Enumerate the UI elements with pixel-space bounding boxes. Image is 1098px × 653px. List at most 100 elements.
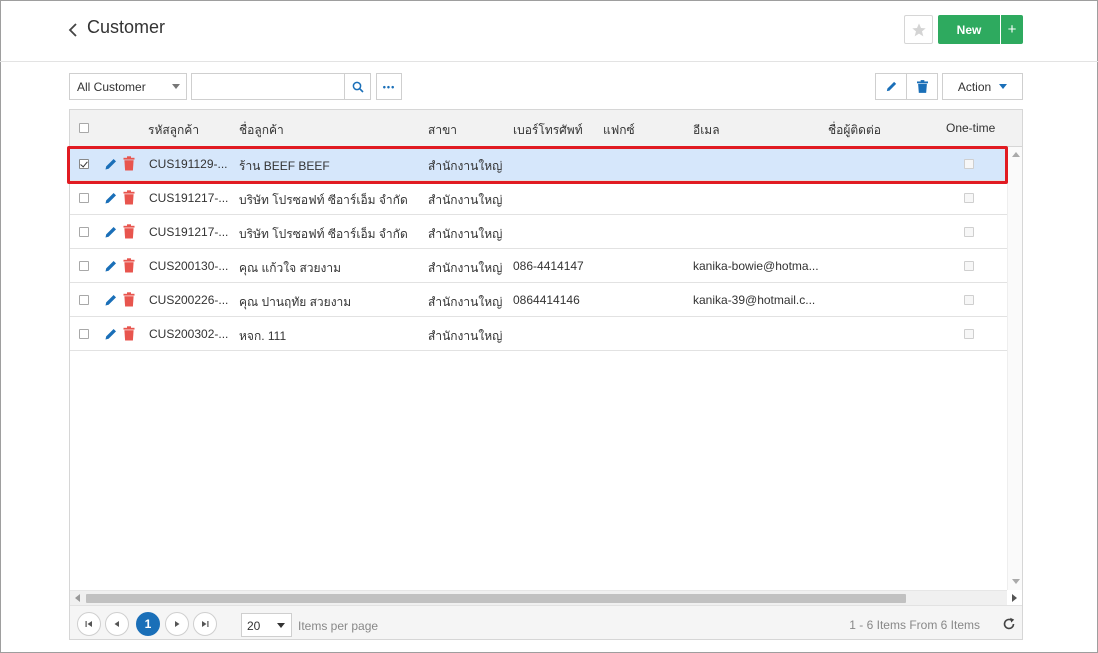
scroll-left-icon[interactable] [75,594,80,602]
trash-icon[interactable] [123,224,135,239]
back-chevron-icon[interactable] [66,20,80,40]
trash-icon[interactable] [123,326,135,341]
row-checkbox[interactable] [79,329,89,339]
page-1-button[interactable]: 1 [136,612,160,636]
caret-down-icon [999,84,1008,89]
caret-down-icon [277,623,285,628]
horizontal-scrollbar[interactable] [70,590,1017,605]
table-row[interactable]: CUS191217-... บริษัท โปรซอฟท์ ซีอาร์เอ็ม … [70,181,1007,215]
cell-name: หจก. 111 [239,329,287,343]
cell-branch: สำนักงานใหญ่ [428,159,503,173]
pencil-icon[interactable] [104,225,118,239]
horizontal-scroll-thumb[interactable] [86,594,906,603]
prev-page-icon [114,621,119,627]
table-row[interactable]: CUS191129-... ร้าน BEEF BEEF สำนักงานใหญ่ [70,147,1007,181]
first-page-button[interactable] [77,612,101,636]
row-checkbox[interactable] [79,193,89,203]
column-header-fax[interactable]: แฟกซ์ [603,121,635,140]
last-page-icon [202,621,209,627]
star-icon [911,22,926,36]
favorite-button[interactable] [904,15,933,44]
row-checkbox[interactable] [79,159,89,169]
customer-filter-select[interactable]: All Customer [69,73,187,100]
cell-name: บริษัท โปรซอฟท์ ซีอาร์เอ็ม จำกัด [239,227,408,241]
one-time-checkbox [964,227,974,237]
trash-icon[interactable] [123,190,135,205]
trash-icon[interactable] [123,156,135,171]
one-time-checkbox [964,159,974,169]
one-time-checkbox [964,329,974,339]
cell-branch: สำนักงานใหญ่ [428,193,503,207]
pencil-icon[interactable] [104,157,118,171]
table-row[interactable]: CUS200302-... หจก. 111 สำนักงานใหญ่ [70,317,1007,351]
scroll-down-icon[interactable] [1012,579,1020,584]
last-page-button[interactable] [193,612,217,636]
cell-code: CUS200226-... [149,293,229,307]
pager: 1 20 Items per page 1 - 6 Items From 6 I… [70,605,1022,639]
trash-icon[interactable] [123,258,135,273]
select-all-checkbox[interactable] [79,123,89,133]
pencil-icon[interactable] [104,293,118,307]
items-per-page-label: Items per page [298,619,379,633]
more-options-button[interactable]: ••• [376,73,402,100]
customer-grid: รหัสลูกค้า ชื่อลูกค้า สาขา เบอร์โทรศัพท์… [69,109,1023,640]
table-row[interactable]: CUS200130-... คุณ แก้วใจ สวยงาม สำนักงานให… [70,249,1007,283]
action-dropdown-button[interactable]: Action [942,73,1023,100]
cell-name: คุณ แก้วใจ สวยงาม [239,261,342,275]
scroll-right-icon[interactable] [1012,594,1017,602]
cell-phone: 0864414146 [513,293,580,307]
column-header-one-time[interactable]: One-time [946,121,995,135]
grid-header: รหัสลูกค้า ชื่อลูกค้า สาขา เบอร์โทรศัพท์… [70,110,1022,147]
cell-branch: สำนักงานใหญ่ [428,227,503,241]
page-title: Customer [87,17,166,37]
trash-icon[interactable] [123,292,135,307]
new-button[interactable]: New [938,15,1000,44]
column-header-code[interactable]: รหัสลูกค้า [148,121,199,140]
toolbar-delete-button[interactable] [906,73,938,100]
cell-name: คุณ ปานฤทัย สวยงาม [239,295,352,309]
more-icon: ••• [382,81,396,92]
cell-code: CUS200302-... [149,327,229,341]
pencil-icon[interactable] [104,259,118,273]
search-input[interactable] [191,73,345,100]
column-header-name[interactable]: ชื่อลูกค้า [239,121,284,140]
pencil-icon[interactable] [104,327,118,341]
table-row[interactable]: CUS191217-... บริษัท โปรซอฟท์ ซีอาร์เอ็ม … [70,215,1007,249]
row-checkbox[interactable] [79,261,89,271]
column-header-email[interactable]: อีเมล [693,121,720,140]
action-label: Action [957,79,992,94]
table-row[interactable]: CUS200226-... คุณ ปานฤทัย สวยงาม สำนักงานใ… [70,283,1007,317]
new-options-button[interactable]: + [1001,15,1023,44]
column-header-phone[interactable]: เบอร์โทรศัพท์ [513,121,583,140]
filter-select-value: All Customer [77,80,146,94]
items-per-page-select[interactable]: 20 [241,613,292,637]
cell-code: CUS191217-... [149,191,229,205]
search-button[interactable] [344,73,371,100]
cell-code: CUS191129-... [149,157,228,171]
cell-code: CUS200130-... [149,259,229,273]
search-icon [352,81,364,93]
prev-page-button[interactable] [105,612,129,636]
row-checkbox[interactable] [79,227,89,237]
scroll-up-icon[interactable] [1012,152,1020,157]
items-per-page-value: 20 [247,619,261,633]
pencil-icon[interactable] [104,191,118,205]
next-page-button[interactable] [165,612,189,636]
pencil-icon [886,81,896,92]
one-time-checkbox [964,261,974,271]
cell-code: CUS191217-... [149,225,229,239]
pager-info: 1 - 6 Items From 6 Items [849,618,980,632]
column-header-contact[interactable]: ชื่อผู้ติดต่อ [828,121,881,140]
cell-email: kanika-bowie@hotma... [693,259,819,273]
one-time-checkbox [964,295,974,305]
cell-name: ร้าน BEEF BEEF [239,159,330,173]
first-page-icon [85,621,92,627]
column-header-branch[interactable]: สาขา [428,121,457,140]
cell-email: kanika-39@hotmail.c... [693,293,816,307]
row-checkbox[interactable] [79,295,89,305]
trash-icon [916,80,928,93]
refresh-icon[interactable] [1002,617,1016,631]
toolbar-edit-button[interactable] [875,73,907,100]
caret-down-icon [172,84,180,89]
vertical-scrollbar[interactable] [1007,147,1022,590]
